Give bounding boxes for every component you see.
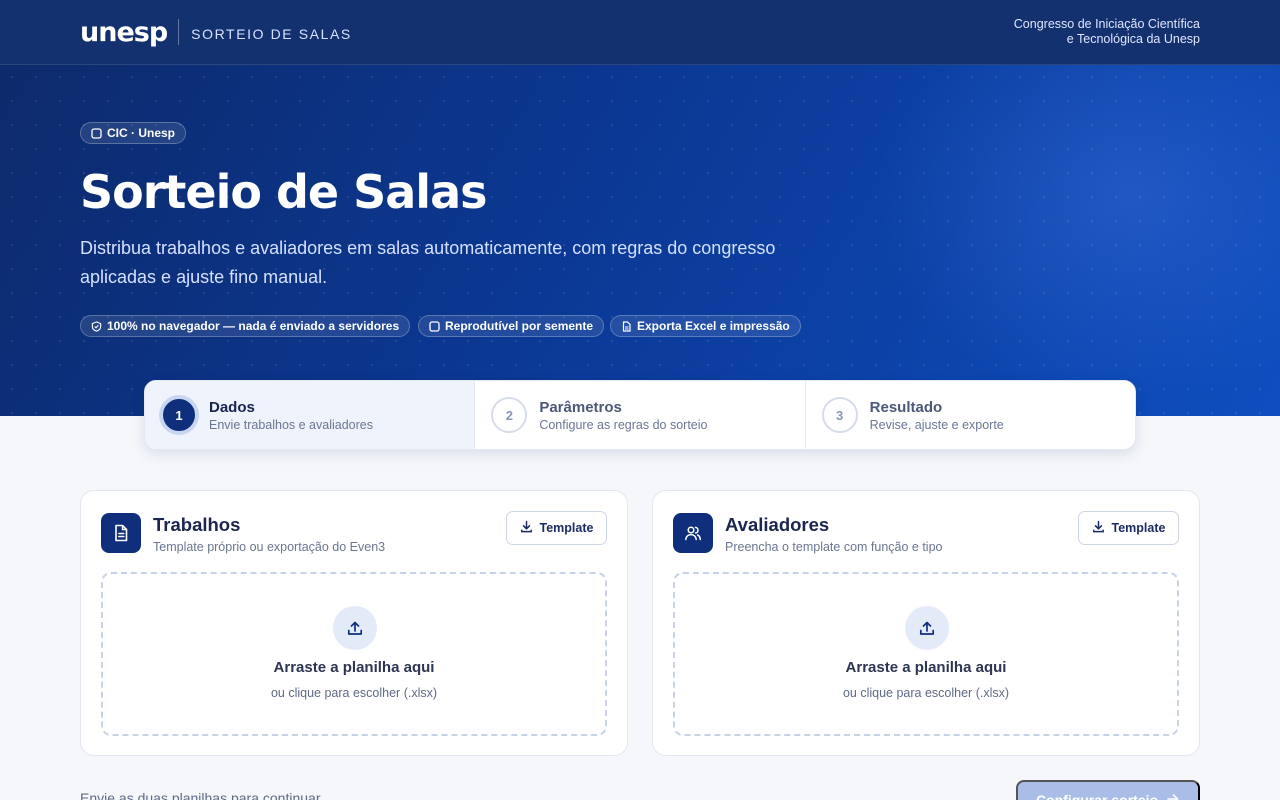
brand-divider <box>178 19 180 45</box>
feature-badge-export: Exporta Excel e impressão <box>610 315 801 337</box>
dropzone-subtitle: ou clique para escolher (.xlsx) <box>842 686 1010 700</box>
top-header: unesp SORTEIO DE SALAS Congresso de Inic… <box>0 0 1280 65</box>
unesp-logo[interactable]: unesp <box>80 17 168 48</box>
step-dados[interactable]: 1 Dados Envie trabalhos e avaliadores <box>145 381 476 449</box>
square-icon <box>91 127 102 139</box>
document-icon <box>101 513 141 553</box>
feature-badge-label: Reprodutível por semente <box>445 319 594 333</box>
continue-hint: Envie as duas planilhas para continuar <box>80 790 321 800</box>
wizard-stepper: 1 Dados Envie trabalhos e avaliadores 2 … <box>144 380 1136 450</box>
document-icon <box>621 320 632 332</box>
step-number: 1 <box>161 397 197 433</box>
upload-icon <box>905 606 949 650</box>
card-subtitle: Template próprio ou exportação do Even3 <box>153 540 386 554</box>
configure-draw-button[interactable]: Configurar sorteio <box>1016 780 1200 800</box>
avaliadores-dropzone[interactable]: Arraste a planilha aqui ou clique para e… <box>673 572 1179 736</box>
dropzone-subtitle: ou clique para escolher (.xlsx) <box>270 686 438 700</box>
download-template-button[interactable]: Template <box>506 511 607 545</box>
square-icon <box>429 320 440 332</box>
step-resultado[interactable]: 3 Resultado Revise, ajuste e exporte <box>806 381 1135 449</box>
organization-name: Congresso de Iniciação Científica e Tecn… <box>1014 17 1200 47</box>
users-icon <box>673 513 713 553</box>
app-name: SORTEIO DE SALAS <box>191 25 352 42</box>
dropzone-title: Arraste a planilha aqui <box>273 659 435 676</box>
organization-line-1: Congresso de Iniciação Científica <box>1013 17 1200 31</box>
card-title: Avaliadores <box>725 514 830 535</box>
step-title: Parâmetros <box>539 398 622 416</box>
download-icon <box>520 520 533 536</box>
download-icon <box>1092 520 1105 536</box>
shield-check-icon <box>91 320 102 332</box>
card-subtitle: Preencha o template com função e tipo <box>725 540 943 554</box>
feature-badge-label: 100% no navegador — nada é enviado a ser… <box>107 319 400 333</box>
template-button-label: Template <box>1111 521 1166 535</box>
avaliadores-card: Avaliadores Preencha o template com funç… <box>652 490 1200 756</box>
step-title: Dados <box>209 398 255 416</box>
feature-badge-privacy: 100% no navegador — nada é enviado a ser… <box>80 315 411 337</box>
page-subtitle: Distribua trabalhos e avaliadores em sal… <box>80 238 776 287</box>
hero-tag: CIC · Unesp <box>80 122 187 144</box>
organization-line-2: e Tecnológica da Unesp <box>1066 32 1200 46</box>
step-number: 2 <box>491 397 528 433</box>
hero-section: CIC · Unesp Sorteio de Salas Distribua t… <box>0 65 1280 416</box>
hero-tag-label: CIC · Unesp <box>107 126 176 140</box>
trabalhos-dropzone[interactable]: Arraste a planilha aqui ou clique para e… <box>101 572 607 736</box>
card-title: Trabalhos <box>153 514 241 535</box>
arrow-right-icon <box>1166 792 1180 800</box>
upload-icon <box>333 606 377 650</box>
page-title: Sorteio de Salas <box>80 165 487 219</box>
trabalhos-card: Trabalhos Template próprio ou exportação… <box>80 490 628 756</box>
dropzone-title: Arraste a planilha aqui <box>845 659 1007 676</box>
feature-badge-label: Exporta Excel e impressão <box>637 319 790 333</box>
step-description: Envie trabalhos e avaliadores <box>209 417 373 432</box>
step-description: Revise, ajuste e exporte <box>869 417 1004 432</box>
step-number: 3 <box>821 397 858 433</box>
step-description: Configure as regras do sorteio <box>539 417 708 432</box>
download-template-button[interactable]: Template <box>1078 511 1179 545</box>
template-button-label: Template <box>539 521 594 535</box>
step-title: Resultado <box>869 398 943 416</box>
feature-badge-seed: Reprodutível por semente <box>418 315 605 337</box>
step-parametros[interactable]: 2 Parâmetros Configure as regras do sort… <box>475 381 806 449</box>
configure-draw-label: Configurar sorteio <box>1035 792 1159 800</box>
